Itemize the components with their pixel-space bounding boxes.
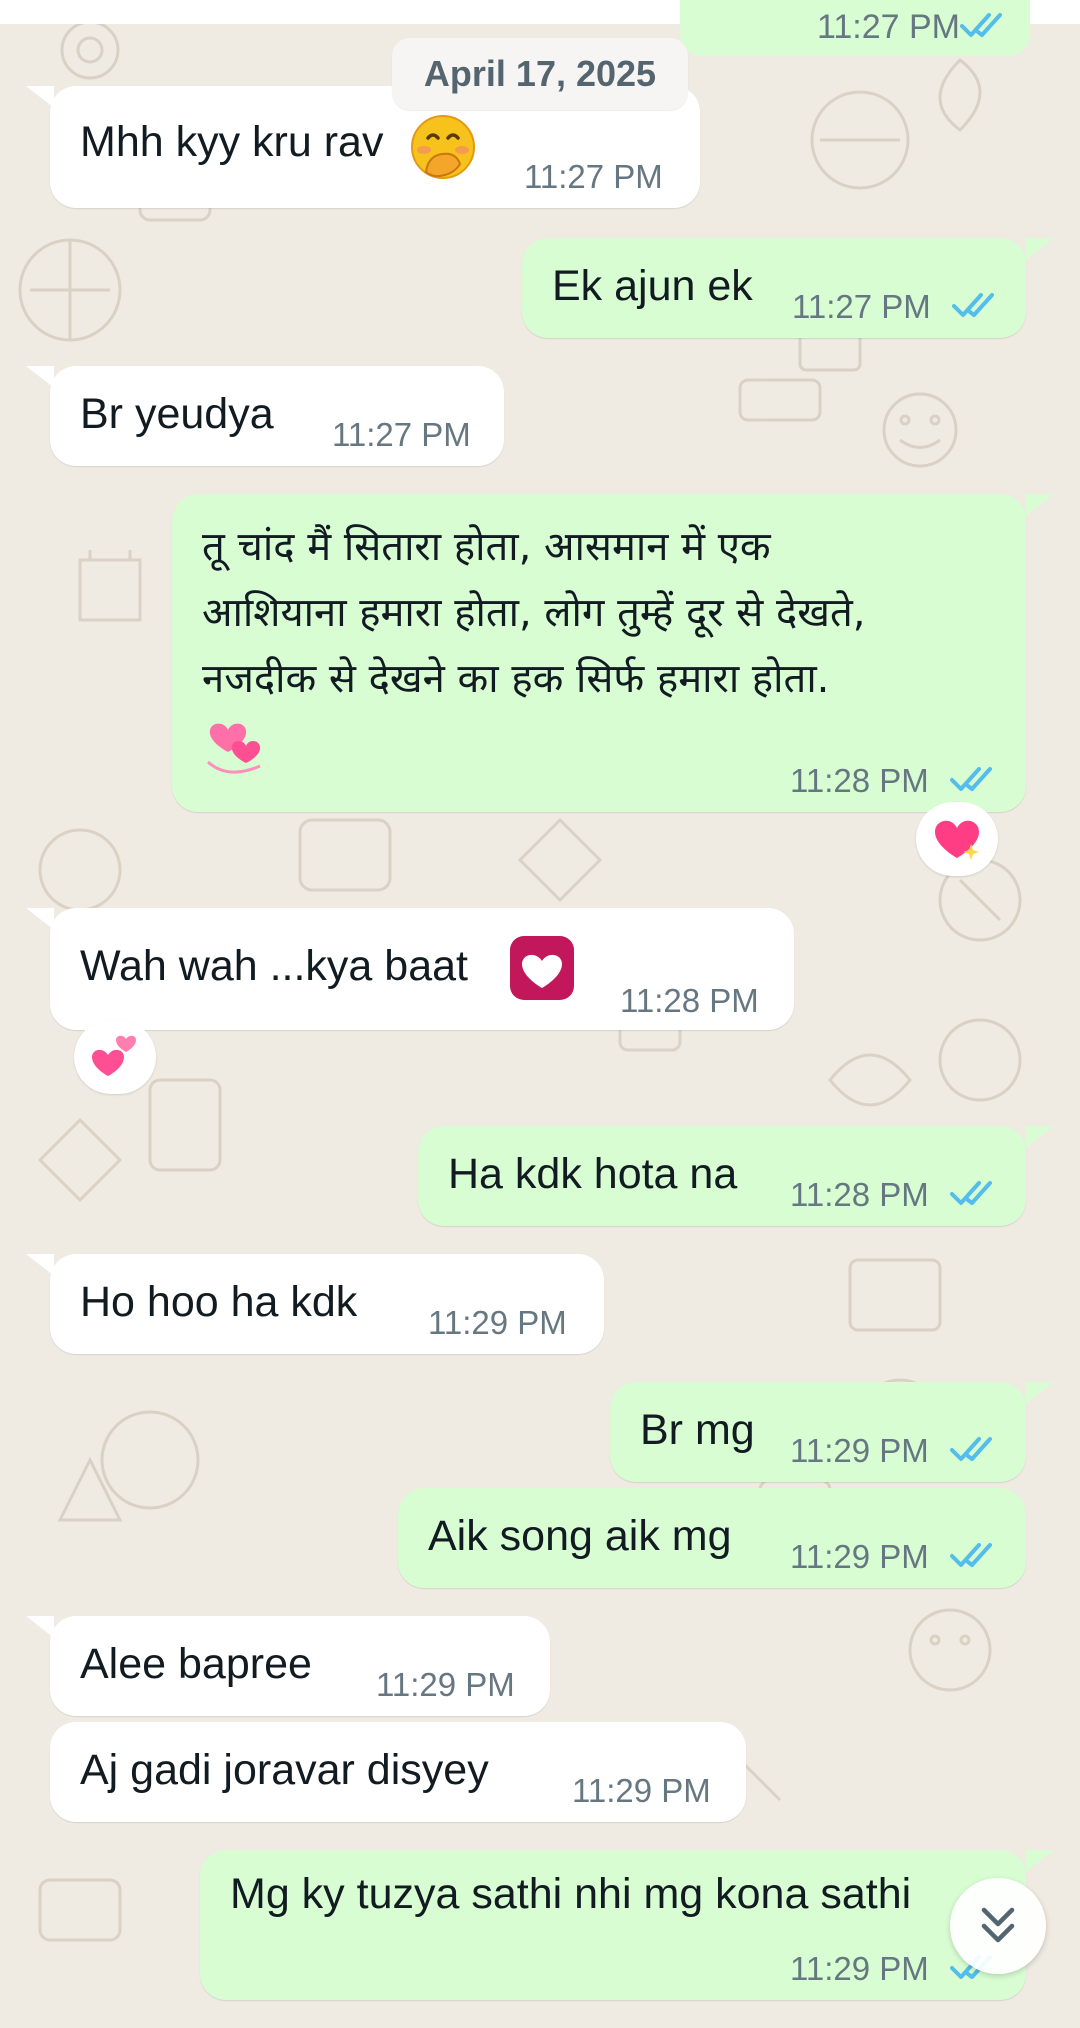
- message-bubble-incoming[interactable]: Ho hoo ha kdk 11:29 PM: [50, 1254, 604, 1354]
- bubble-tail: [26, 1254, 54, 1276]
- bubble-tail: [1026, 238, 1054, 260]
- double-check-icon: [950, 1437, 992, 1461]
- message-time: 11:29 PM: [428, 1304, 567, 1341]
- two-hearts-icon: [92, 1035, 136, 1076]
- double-chevron-down-icon: [981, 1907, 1015, 1943]
- message-time: 11:29 PM: [790, 1950, 929, 1987]
- message-bubble-outgoing[interactable]: Br mg 11:29 PM: [610, 1382, 1026, 1482]
- message-text: Br mg: [640, 1406, 755, 1454]
- double-check-icon: [950, 1181, 992, 1205]
- message-text: Mhh kyy kru rav: [80, 118, 384, 166]
- bubble-tail: [26, 86, 54, 108]
- message-reaction[interactable]: [916, 802, 998, 876]
- message-text: Wah wah ...kya baat: [80, 942, 468, 990]
- message-line: नजदीक से देखने का हक सिर्फ हमारा होता.: [202, 656, 830, 702]
- message-bubble-incoming[interactable]: Wah wah ...kya baat 11:28 PM: [50, 908, 794, 1030]
- message-text: तू चांद मैं सितारा होता, आसमान में एक आश…: [202, 514, 982, 712]
- scroll-to-bottom-button[interactable]: [950, 1878, 1046, 1974]
- message-reaction[interactable]: [74, 1020, 156, 1094]
- bubble-tail: [26, 366, 54, 388]
- double-check-icon: [950, 767, 992, 791]
- double-check-icon: [950, 1543, 992, 1567]
- message-time: 11:29 PM: [790, 1538, 929, 1575]
- message-text: Ek ajun ek: [552, 262, 753, 310]
- heart-decoration-icon: [510, 936, 574, 1000]
- message-bubble-outgoing[interactable]: Aik song aik mg 11:29 PM: [398, 1488, 1026, 1588]
- message-text: Alee bapree: [80, 1640, 312, 1688]
- message-text: Aj gadi joravar disyey: [80, 1746, 489, 1794]
- message-bubble-outgoing[interactable]: तू चांद मैं सितारा होता, आसमान में एक आश…: [172, 494, 1026, 812]
- message-time: 11:27 PM: [524, 158, 663, 195]
- message-bubble-outgoing[interactable]: Mg ky tuzya sathi nhi mg kona sathi 11:2…: [200, 1850, 1026, 2000]
- previous-message-partial[interactable]: 11:27 PM: [680, 0, 1030, 56]
- bubble-tail: [26, 908, 54, 930]
- revolving-hearts-icon: [206, 723, 261, 774]
- bubble-tail: [1026, 1850, 1054, 1872]
- double-check-icon: [960, 13, 1002, 37]
- message-bubble-incoming[interactable]: Aj gadi joravar disyey 11:29 PM: [50, 1722, 746, 1822]
- message-time: 11:27 PM: [816, 8, 960, 46]
- date-separator: April 17, 2025: [392, 38, 688, 110]
- message-time: 11:27 PM: [792, 288, 931, 325]
- message-time: 11:29 PM: [572, 1772, 711, 1809]
- bubble-tail: [1026, 494, 1054, 516]
- message-line: तू चांद मैं सितारा होता, आसमान में एक: [202, 524, 771, 570]
- message-time: 11:27 PM: [332, 416, 471, 453]
- message-time: 11:29 PM: [790, 1432, 929, 1469]
- message-line: आशियाना हमारा होता, लोग तुम्हें दूर से द…: [202, 590, 866, 636]
- message-bubble-incoming[interactable]: Alee bapree 11:29 PM: [50, 1616, 550, 1716]
- face-with-hand-over-mouth-icon: [411, 115, 475, 179]
- message-time: 11:29 PM: [376, 1666, 515, 1703]
- sparkling-heart-icon: [935, 820, 979, 860]
- bubble-tail: [26, 1616, 54, 1638]
- message-time: 11:28 PM: [790, 762, 929, 799]
- bubble-tail: [1026, 1382, 1054, 1404]
- message-text: Ha kdk hota na: [448, 1150, 738, 1198]
- message-bubble-outgoing[interactable]: Ek ajun ek 11:27 PM: [522, 238, 1026, 338]
- message-time: 11:28 PM: [790, 1176, 929, 1213]
- message-text: Mg ky tuzya sathi nhi mg kona sathi: [230, 1870, 912, 1918]
- message-time: 11:28 PM: [620, 982, 759, 1019]
- message-bubble-outgoing[interactable]: Ha kdk hota na 11:28 PM: [418, 1126, 1026, 1226]
- bubble-tail: [1026, 1126, 1054, 1148]
- double-check-icon: [952, 293, 994, 317]
- message-text: Br yeudya: [80, 390, 274, 438]
- message-text: Aik song aik mg: [428, 1512, 732, 1560]
- message-bubble-incoming[interactable]: Br yeudya 11:27 PM: [50, 366, 504, 466]
- message-text: Ho hoo ha kdk: [80, 1278, 358, 1326]
